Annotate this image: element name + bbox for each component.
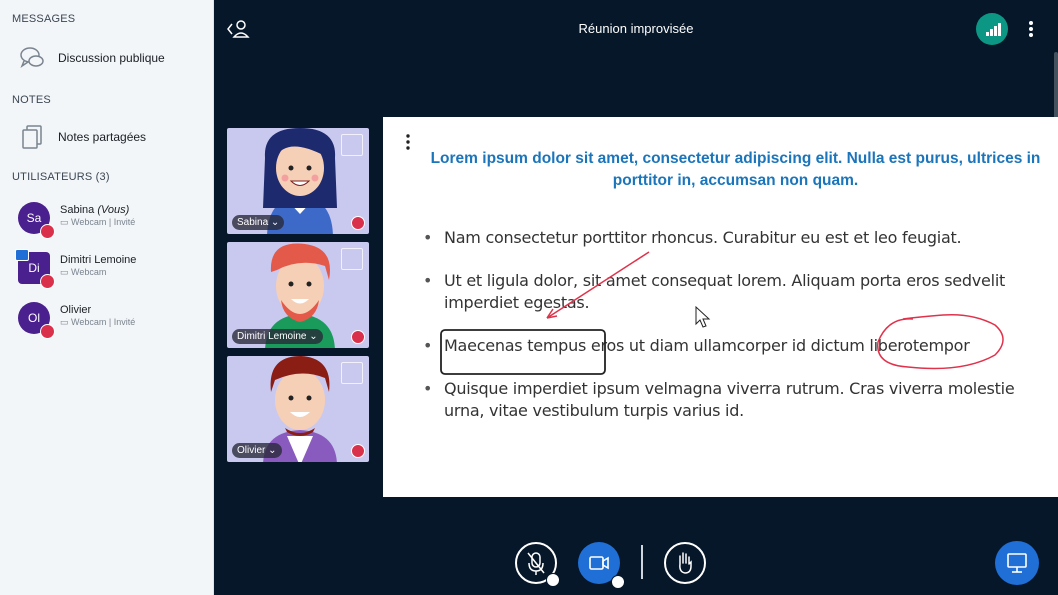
user-name-text: Sabina xyxy=(60,204,95,216)
presentation-icon xyxy=(1007,553,1027,573)
video-tile-dimitri[interactable]: Dimitri Lemoine ⌄ xyxy=(225,240,371,350)
chevron-up-icon[interactable] xyxy=(546,573,560,587)
connection-status-button[interactable] xyxy=(976,13,1008,45)
user-item-olivier[interactable]: Ol Olivier ▭ Webcam | Invité xyxy=(0,296,214,340)
mic-off-icon xyxy=(351,216,365,230)
user-status: ▭ Webcam | Invité xyxy=(60,217,136,227)
public-chat-label: Discussion publique xyxy=(58,51,165,65)
users-section-title: UTILISATEURS (3) xyxy=(12,171,110,183)
top-bar: Réunion improvisée xyxy=(214,0,1058,58)
avatar-initials: Di xyxy=(28,261,40,275)
user-status-text: Webcam | Invité xyxy=(71,217,136,227)
video-name-chip[interactable]: Olivier ⌄ xyxy=(232,443,282,458)
public-chat-item[interactable]: Discussion publique xyxy=(0,38,214,78)
presentation-toggle-button[interactable] xyxy=(995,541,1039,585)
presentation-slide[interactable]: Lorem ipsum dolor sit amet, consectetur … xyxy=(383,117,1058,497)
video-tile-olivier[interactable]: Olivier ⌄ xyxy=(225,354,371,464)
shared-notes-item[interactable]: Notes partagées xyxy=(0,117,214,157)
slide-title: Lorem ipsum dolor sit amet, consectetur … xyxy=(430,150,1041,189)
avatar: Sa xyxy=(18,202,55,239)
avatar-initials: Sa xyxy=(26,211,42,225)
divider xyxy=(641,545,643,579)
user-status-text: Webcam | Invité xyxy=(71,317,136,327)
mic-off-icon xyxy=(351,444,365,458)
slide-bullet-list: Nam consectetur porttitor rhoncus. Curab… xyxy=(423,227,1023,443)
expand-icon[interactable] xyxy=(341,248,363,270)
avatar: Ol xyxy=(18,302,55,339)
user-status: ▭ Webcam | Invité xyxy=(60,317,136,327)
notes-icon xyxy=(22,125,42,149)
hand-icon xyxy=(679,552,692,574)
video-name-chip[interactable]: Sabina ⌄ xyxy=(232,215,285,230)
user-name: Dimitri Lemoine xyxy=(60,254,137,266)
avatar-initials: Ol xyxy=(28,311,40,325)
video-name: Dimitri Lemoine xyxy=(237,331,307,342)
chevron-up-icon[interactable] xyxy=(611,575,625,589)
slide-bullet: Quisque imperdiet ipsum velmagna viverra… xyxy=(423,378,1023,422)
expand-icon[interactable] xyxy=(341,134,363,156)
raise-hand-button[interactable] xyxy=(664,542,706,584)
presenter-icon xyxy=(15,249,29,261)
user-item-sabina[interactable]: Sa Sabina (Vous) ▭ Webcam | Invité xyxy=(0,196,214,240)
user-status-text: Webcam xyxy=(71,267,107,277)
chat-icon xyxy=(20,47,44,68)
video-name: Olivier xyxy=(237,445,266,456)
slide-bullet: Ut et ligula dolor, sit amet consequat l… xyxy=(423,270,1023,314)
kebab-icon[interactable] xyxy=(403,133,413,151)
mic-off-icon xyxy=(40,274,55,289)
sidebar: MESSAGES Discussion publique NOTES Notes… xyxy=(0,0,214,595)
mute-button[interactable] xyxy=(515,542,560,587)
signal-icon xyxy=(986,23,1001,36)
kebab-icon[interactable] xyxy=(1024,18,1038,40)
expand-icon[interactable] xyxy=(341,362,363,384)
slide-bullet: Nam consectetur porttitor rhoncus. Curab… xyxy=(423,227,1023,249)
camera-button[interactable] xyxy=(578,542,625,589)
mic-off-icon xyxy=(40,224,55,239)
user-item-dimitri[interactable]: Di Dimitri Lemoine ▭ Webcam xyxy=(0,246,214,290)
user-name: Olivier xyxy=(60,304,92,316)
user-status: ▭ Webcam xyxy=(60,267,107,277)
mic-off-icon xyxy=(351,330,365,344)
shared-notes-label: Notes partagées xyxy=(58,130,147,144)
video-name-chip[interactable]: Dimitri Lemoine ⌄ xyxy=(232,329,323,344)
user-name: Sabina (Vous) xyxy=(60,204,129,216)
video-name: Sabina xyxy=(237,217,269,228)
messages-section-title: MESSAGES xyxy=(12,13,76,25)
mic-off-icon xyxy=(40,324,55,339)
avatar: Di xyxy=(15,249,55,289)
you-tag: (Vous) xyxy=(97,204,130,216)
video-tile-sabina[interactable]: Sabina ⌄ xyxy=(225,126,371,236)
notes-section-title: NOTES xyxy=(12,94,51,106)
meeting-title: Réunion improvisée xyxy=(578,21,694,36)
slide-bullet: Maecenas tempus eros ut diam ullamcorper… xyxy=(423,335,1023,357)
